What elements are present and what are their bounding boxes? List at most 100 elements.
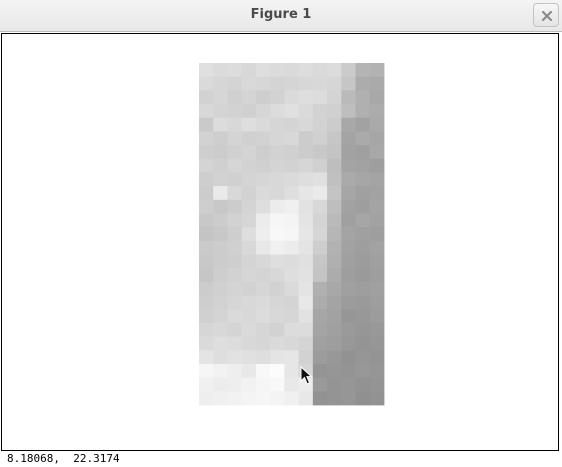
image-pixel	[327, 322, 342, 337]
image-pixel	[327, 295, 342, 310]
image-pixel	[312, 322, 328, 337]
image-pixel	[213, 350, 228, 365]
image-pixel	[327, 377, 342, 392]
image-pixel	[270, 227, 285, 242]
image-pixel	[284, 295, 300, 310]
image-pixel	[284, 63, 300, 78]
image-pixel	[341, 117, 356, 132]
image-pixel	[312, 213, 328, 228]
image-pixel	[213, 186, 228, 201]
image-pixel	[312, 172, 328, 187]
image-pixel	[227, 336, 243, 351]
image-pixel	[355, 322, 371, 337]
image-pixel	[241, 281, 257, 296]
image-pixel	[284, 363, 300, 379]
image-pixel	[312, 227, 328, 242]
image-pixel	[369, 295, 385, 310]
image-pixel	[341, 350, 356, 365]
image-pixel	[341, 336, 356, 351]
image-pixel	[241, 254, 257, 269]
image-pixel	[355, 363, 371, 379]
image-pixel	[327, 90, 342, 105]
image-pixel	[255, 172, 271, 187]
image-pixel	[312, 268, 328, 283]
image-pixel	[241, 295, 257, 310]
image-pixel	[270, 158, 285, 173]
image-pixel	[227, 268, 243, 283]
image-pixel	[369, 227, 385, 242]
image-pixel	[284, 350, 300, 365]
image-pixel	[227, 295, 243, 310]
image-pixel	[355, 172, 371, 187]
image-pixel	[312, 363, 328, 379]
image-pixel	[327, 199, 342, 214]
image-pixel	[199, 227, 214, 242]
image-pixel	[327, 213, 342, 228]
image-pixel	[341, 145, 356, 160]
image-pixel	[213, 281, 228, 296]
image-pixel	[355, 186, 371, 201]
image-pixel	[341, 309, 356, 324]
image-pixel	[213, 172, 228, 187]
image-pixel	[298, 322, 314, 337]
image-pixel	[298, 227, 314, 242]
image-pixel	[199, 240, 214, 255]
image-pixel	[227, 186, 243, 201]
image-pixel	[241, 350, 257, 365]
image-pixel	[327, 254, 342, 269]
image-pixel	[341, 322, 356, 337]
image-pixel	[327, 268, 342, 283]
image-pixel	[327, 76, 342, 91]
image-pixel	[355, 281, 371, 296]
image-pixel	[241, 76, 257, 91]
image-pixel	[227, 63, 243, 78]
image-pixel	[270, 186, 285, 201]
image-pixel	[255, 104, 271, 119]
image-pixel	[312, 186, 328, 201]
image-pixel	[341, 363, 356, 379]
image-pixel	[255, 227, 271, 242]
image-pixel	[298, 186, 314, 201]
image-pixel	[227, 90, 243, 105]
image-pixel	[355, 131, 371, 146]
image-pixel	[341, 254, 356, 269]
image-pixel	[355, 76, 371, 91]
image-pixel	[369, 199, 385, 214]
image-pixel	[241, 268, 257, 283]
image-pixel	[270, 281, 285, 296]
image-pixel	[355, 227, 371, 242]
image-pixel	[369, 145, 385, 160]
image-pixel	[312, 281, 328, 296]
image-pixel	[199, 391, 214, 406]
image-pixel	[199, 104, 214, 119]
image-pixel	[284, 186, 300, 201]
image-pixel	[270, 90, 285, 105]
image-pixel	[270, 104, 285, 119]
image-pixel	[298, 295, 314, 310]
title-bar[interactable]: Figure 1	[0, 0, 562, 32]
image-pixel	[341, 172, 356, 187]
image-pixel	[255, 309, 271, 324]
image-pixel	[284, 117, 300, 132]
image-pixel	[298, 254, 314, 269]
image-pixel	[270, 322, 285, 337]
image-pixel	[270, 131, 285, 146]
image-pixel	[327, 240, 342, 255]
close-button[interactable]	[533, 3, 559, 27]
image-pixel	[327, 281, 342, 296]
grayscale-image[interactable]	[2, 34, 558, 450]
image-pixel	[241, 377, 257, 392]
image-pixel	[341, 281, 356, 296]
image-pixel	[227, 227, 243, 242]
image-pixel	[327, 104, 342, 119]
image-pixel	[369, 186, 385, 201]
image-pixel	[369, 76, 385, 91]
image-pixel	[284, 158, 300, 173]
image-pixel	[369, 240, 385, 255]
image-pixel	[199, 295, 214, 310]
figure-canvas[interactable]	[1, 33, 559, 451]
image-pixel	[270, 309, 285, 324]
image-pixel	[327, 158, 342, 173]
image-pixel	[298, 104, 314, 119]
image-pixel	[213, 131, 228, 146]
